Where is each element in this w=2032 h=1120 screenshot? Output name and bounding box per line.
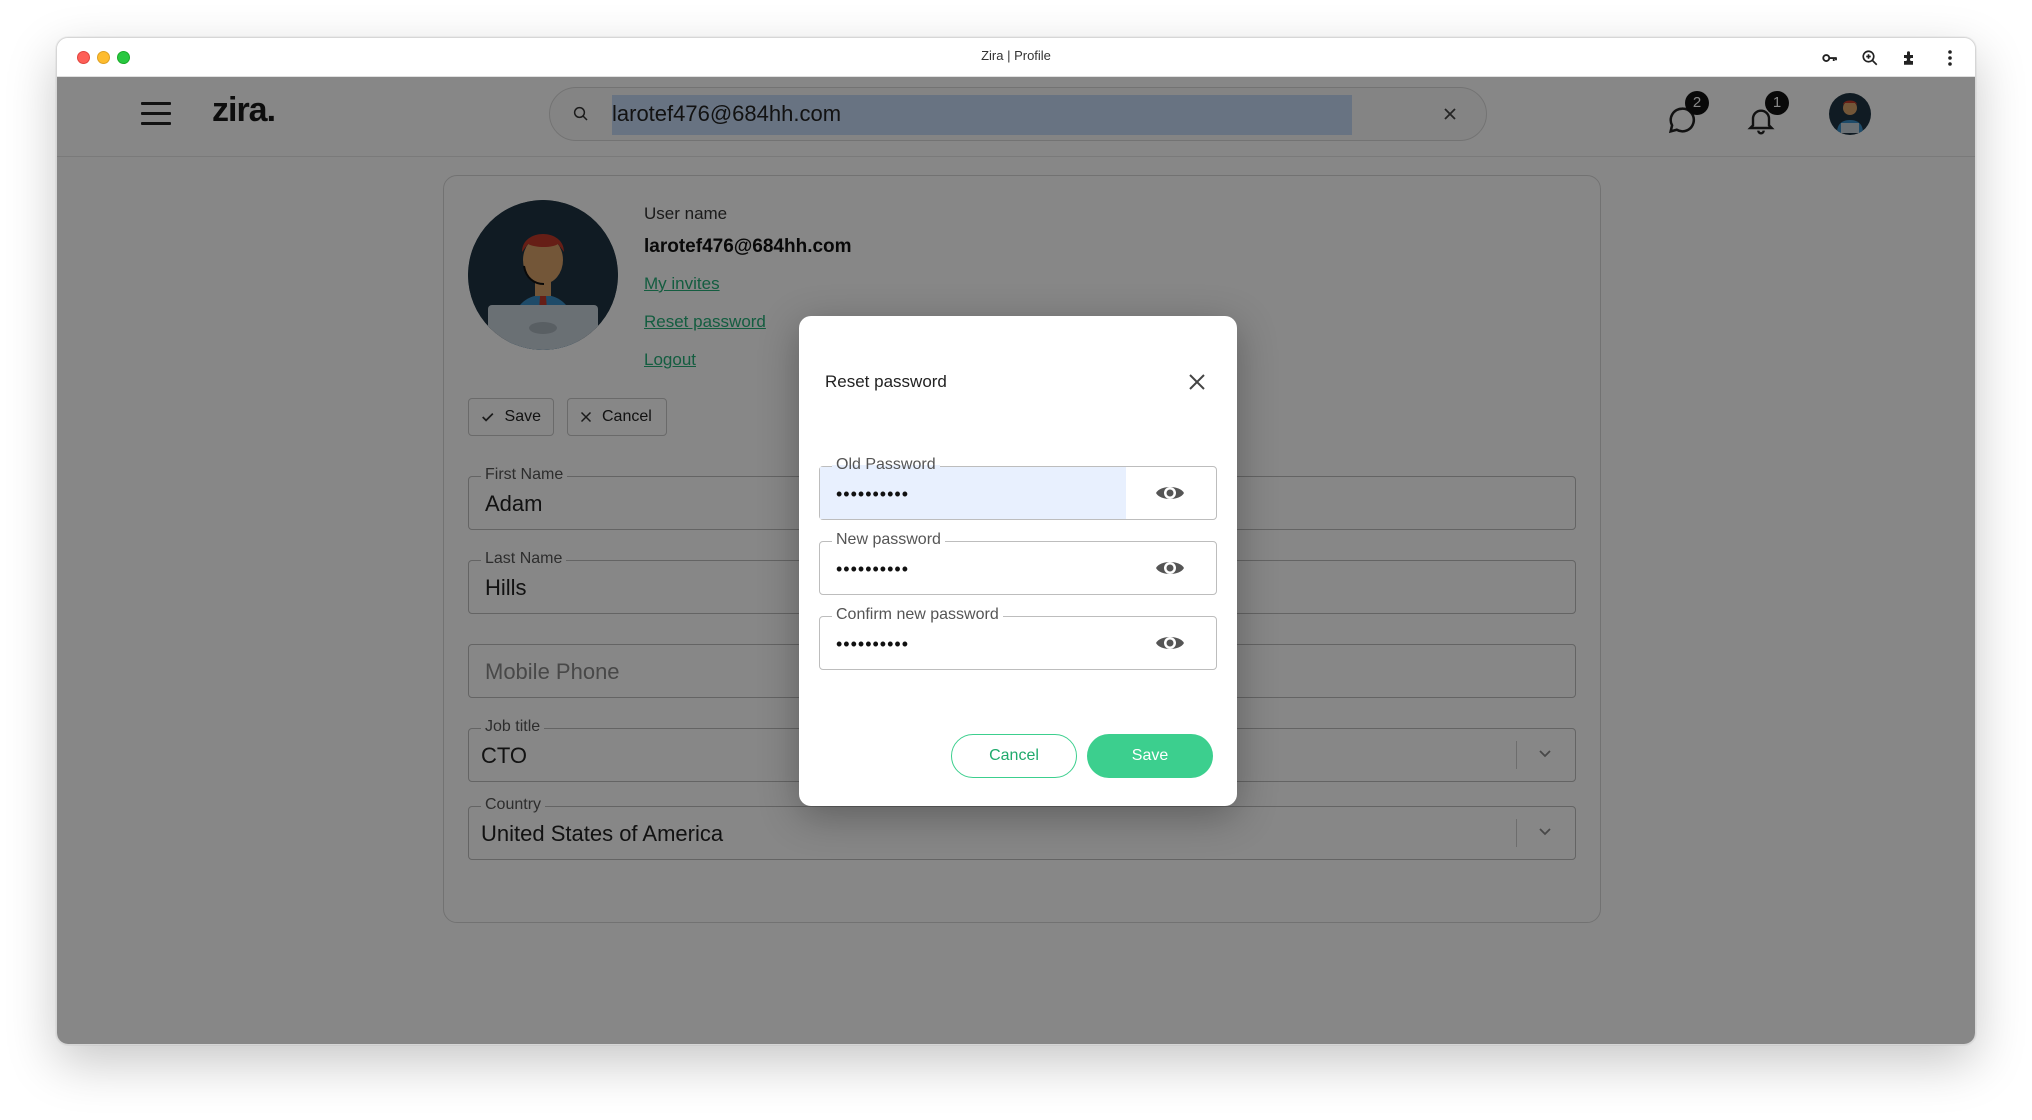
title-bar: Zira | Profile bbox=[57, 38, 1975, 77]
confirm-password-label: Confirm new password bbox=[832, 606, 1003, 624]
new-password-input[interactable]: •••••••••• bbox=[836, 559, 909, 580]
eye-icon[interactable] bbox=[1154, 556, 1186, 580]
dialog-title: Reset password bbox=[825, 372, 947, 391]
extension-icon[interactable] bbox=[1897, 46, 1923, 70]
eye-icon[interactable] bbox=[1154, 481, 1186, 505]
browser-toolbar bbox=[1817, 46, 1963, 70]
old-password-input[interactable]: •••••••••• bbox=[836, 484, 909, 505]
confirm-password-field[interactable]: Confirm new password •••••••••• bbox=[819, 606, 1217, 670]
key-icon[interactable] bbox=[1817, 46, 1843, 70]
old-password-field[interactable]: Old Password •••••••••• bbox=[819, 456, 1217, 520]
confirm-password-input[interactable]: •••••••••• bbox=[836, 634, 909, 655]
old-password-label: Old Password bbox=[832, 456, 940, 474]
new-password-label: New password bbox=[832, 531, 945, 549]
close-icon[interactable] bbox=[1183, 368, 1211, 396]
reset-password-dialog: Reset password Old Password •••••••••• N… bbox=[799, 316, 1237, 806]
dialog-cancel-button[interactable]: Cancel bbox=[951, 734, 1077, 778]
window-title: Zira | Profile bbox=[981, 48, 1051, 63]
dialog-save-button[interactable]: Save bbox=[1087, 734, 1213, 778]
browser-window: Zira | Profile zira. larotef476@684hh.co… bbox=[56, 37, 1976, 1045]
zoom-icon[interactable] bbox=[1857, 46, 1883, 70]
eye-icon[interactable] bbox=[1154, 631, 1186, 655]
new-password-field[interactable]: New password •••••••••• bbox=[819, 531, 1217, 595]
more-vert-icon[interactable] bbox=[1937, 46, 1963, 70]
app-content: zira. larotef476@684hh.com 2 1 User name… bbox=[57, 77, 1975, 1044]
